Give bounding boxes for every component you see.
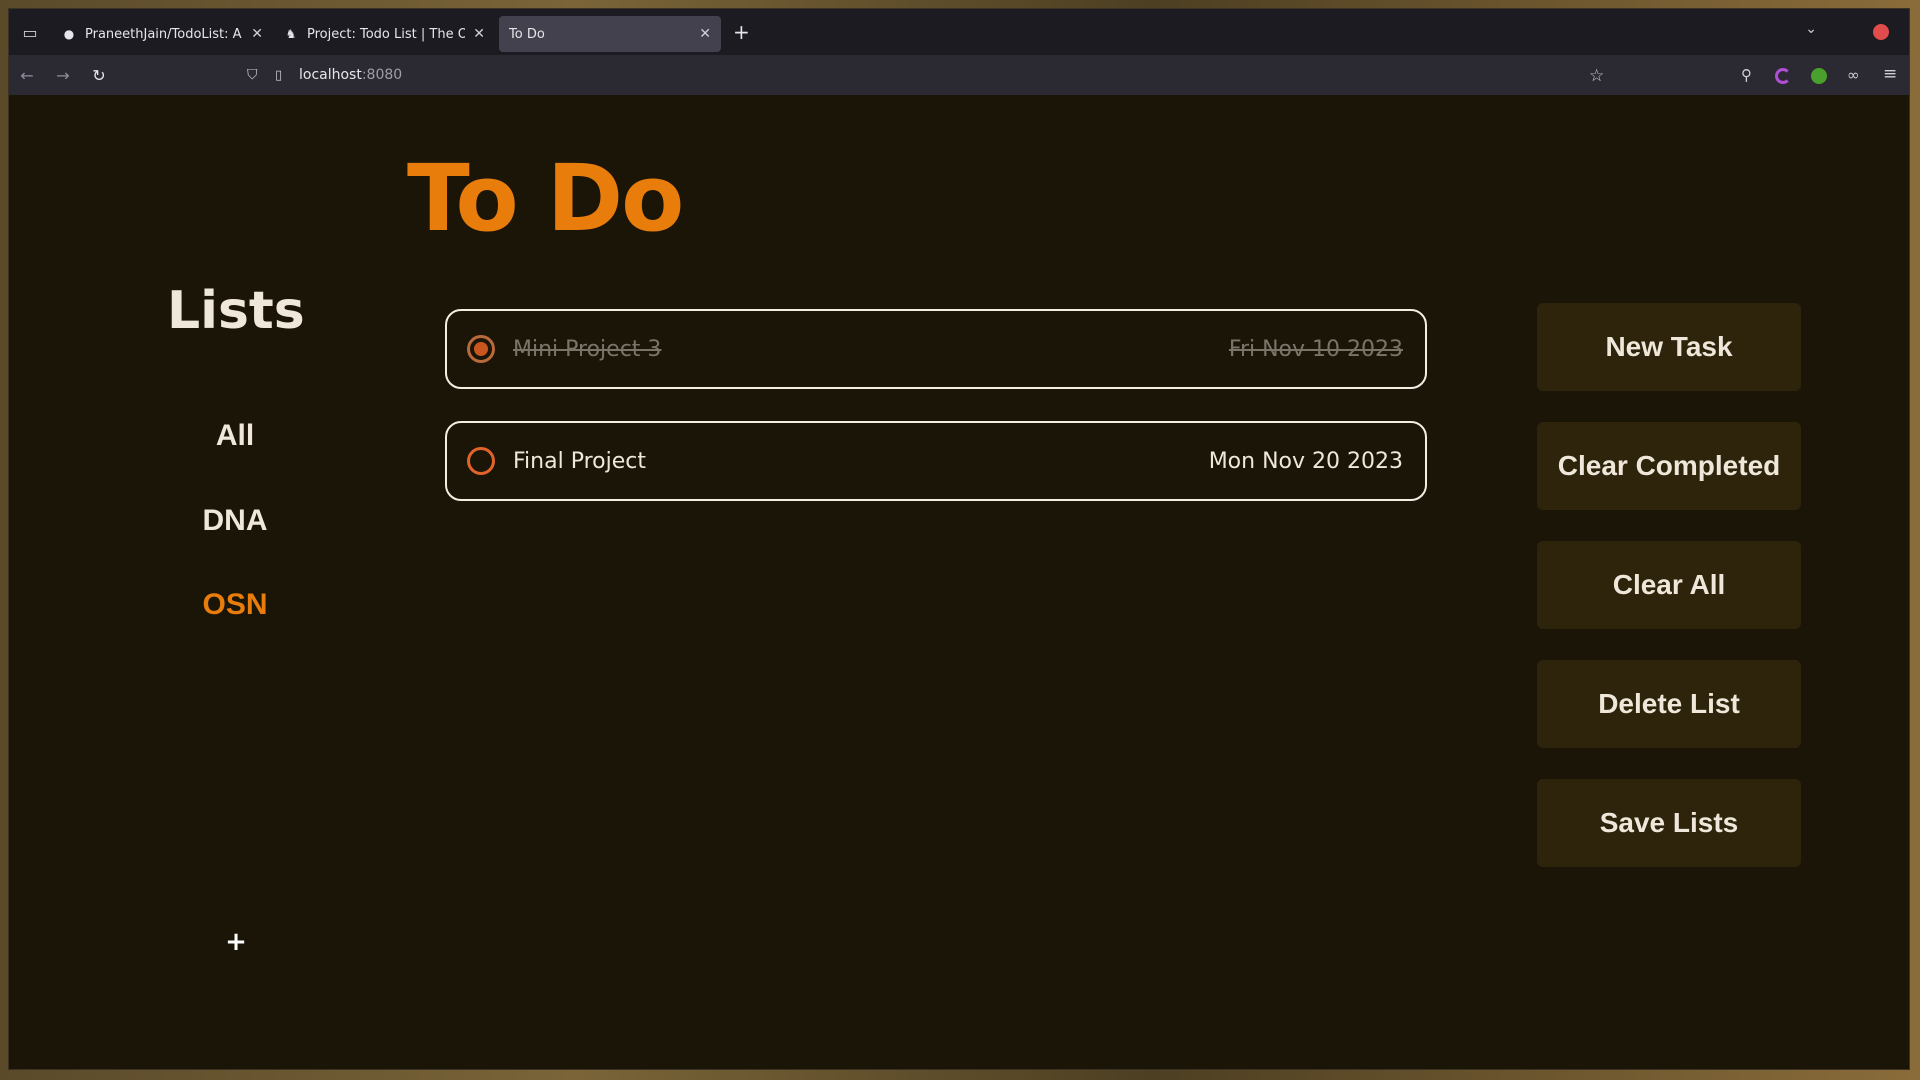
- extension-moon-icon[interactable]: [1775, 68, 1791, 84]
- browser-window: ▭ ● PraneethJain/TodoList: A Si ✕ ♞ Proj…: [8, 8, 1910, 1070]
- chevron-down-icon[interactable]: ⌄: [1805, 21, 1817, 37]
- task-checkbox[interactable]: [467, 447, 495, 475]
- tab-todo[interactable]: To Do ✕: [499, 16, 721, 52]
- extension-green-icon[interactable]: [1811, 68, 1827, 84]
- odin-icon: ♞: [285, 27, 297, 41]
- url-host: localhost: [299, 67, 362, 83]
- add-list-button[interactable]: +: [221, 927, 251, 957]
- task-item[interactable]: Final Project Mon Nov 20 2023: [445, 421, 1427, 501]
- lists-heading: Lists: [167, 281, 305, 341]
- recording-indicator-icon: [1873, 24, 1889, 40]
- task-date: Fri Nov 10 2023: [1228, 336, 1403, 362]
- list-item-dna[interactable]: DNA: [167, 504, 303, 538]
- url-bar[interactable]: ⛉ ▯ localhost:8080: [247, 61, 402, 89]
- back-icon[interactable]: ←: [9, 66, 45, 85]
- list-item-all[interactable]: All: [167, 419, 303, 453]
- url-port: :8080: [361, 67, 403, 83]
- clear-completed-button[interactable]: Clear Completed: [1537, 422, 1801, 510]
- page-title: To Do: [407, 145, 684, 252]
- close-icon[interactable]: ✕: [251, 26, 263, 42]
- tab-bar: ▭ ● PraneethJain/TodoList: A Si ✕ ♞ Proj…: [9, 9, 1909, 55]
- nav-bar: ← → ↻ ⛉ ▯ localhost:8080 ☆ ⚲ ∞ ≡: [9, 55, 1909, 95]
- close-icon[interactable]: ✕: [699, 26, 711, 42]
- todo-page: To Do Lists All DNA OSN + Mini Project 3…: [9, 95, 1909, 1069]
- reload-icon[interactable]: ↻: [81, 66, 117, 85]
- tab-title: PraneethJain/TodoList: A Si: [85, 26, 244, 42]
- task-name: Mini Project 3: [513, 336, 662, 362]
- list-item-osn[interactable]: OSN: [167, 588, 303, 622]
- clear-all-button[interactable]: Clear All: [1537, 541, 1801, 629]
- tab-github[interactable]: ● PraneethJain/TodoList: A Si ✕: [51, 16, 273, 52]
- tab-title: Project: Todo List | The Odin: [307, 26, 465, 42]
- bookmark-star-icon[interactable]: ☆: [1589, 66, 1604, 86]
- extension-mask-icon[interactable]: ∞: [1847, 66, 1860, 84]
- new-tab-icon[interactable]: +: [733, 20, 750, 44]
- shield-icon[interactable]: ⛉: [247, 67, 265, 83]
- delete-list-button[interactable]: Delete List: [1537, 660, 1801, 748]
- extensions-icon[interactable]: ⚲: [1741, 66, 1752, 84]
- menu-icon[interactable]: ≡: [1883, 64, 1897, 84]
- close-icon[interactable]: ✕: [473, 26, 485, 42]
- tab-title: To Do: [509, 26, 545, 42]
- task-name: Final Project: [513, 448, 646, 474]
- tab-odin[interactable]: ♞ Project: Todo List | The Odin ✕: [273, 16, 495, 52]
- forward-icon[interactable]: →: [45, 66, 81, 85]
- new-task-button[interactable]: New Task: [1537, 303, 1801, 391]
- tab-overview-icon[interactable]: ▭: [9, 9, 51, 55]
- save-lists-button[interactable]: Save Lists: [1537, 779, 1801, 867]
- task-item[interactable]: Mini Project 3 Fri Nov 10 2023: [445, 309, 1427, 389]
- task-checkbox[interactable]: [467, 335, 495, 363]
- task-date: Mon Nov 20 2023: [1208, 448, 1403, 474]
- github-icon: ●: [63, 27, 75, 41]
- page-icon: ▯: [275, 67, 283, 83]
